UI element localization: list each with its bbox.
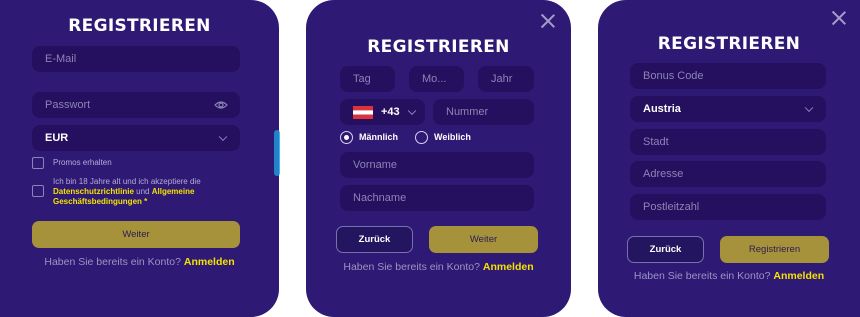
lastname-field[interactable]: Nachname <box>340 185 534 211</box>
login-prompt: Haben Sie bereits ein Konto? Anmelden <box>306 261 571 273</box>
gender-female-radio[interactable] <box>415 131 428 144</box>
back-button[interactable]: Zurück <box>627 236 704 263</box>
city-placeholder: Stadt <box>643 136 669 148</box>
registration-panel-step1: REGISTRIEREN E-Mail Passwort EUR Promos … <box>0 0 279 317</box>
next-button[interactable]: Weiter <box>429 226 538 253</box>
email-field[interactable]: E-Mail <box>32 46 240 72</box>
privacy-policy-link[interactable]: Datenschutzrichtlinie <box>53 187 134 196</box>
phone-placeholder: Nummer <box>446 106 489 118</box>
phone-number-field[interactable]: Nummer <box>433 99 534 125</box>
day-placeholder: Tag <box>353 73 371 85</box>
currency-value: EUR <box>45 132 69 144</box>
birth-month-field[interactable]: Mo... <box>409 66 464 92</box>
lastname-placeholder: Nachname <box>353 192 407 204</box>
password-placeholder: Passwort <box>45 99 91 111</box>
login-link[interactable]: Anmelden <box>483 261 534 273</box>
have-account-text: Haben Sie bereits ein Konto? <box>633 270 771 282</box>
currency-select[interactable]: EUR <box>32 125 240 151</box>
register-button[interactable]: Registrieren <box>720 236 829 263</box>
login-prompt: Haben Sie bereits ein Konto? Anmelden <box>0 256 279 268</box>
show-password-icon[interactable] <box>214 100 228 110</box>
zip-placeholder: Postleitzahl <box>643 201 700 213</box>
promo-checkbox[interactable] <box>32 157 44 169</box>
general-terms-link-2[interactable]: Geschäftsbedingungen <box>53 197 142 206</box>
login-link[interactable]: Anmelden <box>773 270 824 282</box>
bonus-placeholder: Bonus Code <box>643 70 704 82</box>
back-button[interactable]: Zurück <box>336 226 413 253</box>
general-terms-link[interactable]: Allgemeine <box>152 187 195 196</box>
phone-code-select[interactable]: +43 <box>340 99 425 125</box>
required-asterisk: * <box>144 197 148 206</box>
phone-code-value: +43 <box>381 106 400 118</box>
zip-field[interactable]: Postleitzahl <box>630 194 826 220</box>
panel-title: REGISTRIEREN <box>657 34 801 54</box>
next-button[interactable]: Weiter <box>32 221 240 248</box>
address-field[interactable]: Adresse <box>630 161 826 187</box>
chevron-down-icon <box>804 103 814 113</box>
gender-female-label: Weiblich <box>434 132 471 142</box>
year-placeholder: Jahr <box>491 73 513 85</box>
email-placeholder: E-Mail <box>45 53 77 65</box>
country-value: Austria <box>643 103 681 115</box>
panel-title: REGISTRIEREN <box>68 16 211 36</box>
firstname-field[interactable]: Vorname <box>340 152 534 178</box>
city-field[interactable]: Stadt <box>630 129 826 155</box>
gender-male-radio[interactable] <box>340 131 353 144</box>
bonus-code-field[interactable]: Bonus Code <box>630 63 826 89</box>
terms-checkbox[interactable] <box>32 185 44 197</box>
terms-prefix: Ich bin 18 Jahre alt und ich akzeptiere … <box>53 177 201 186</box>
austria-flag-icon <box>353 105 373 119</box>
gender-male-label: Männlich <box>359 132 399 142</box>
have-account-text: Haben Sie bereits ein Konto? <box>343 261 480 273</box>
registration-panel-step3: REGISTRIEREN Bonus Code Austria Stadt Ad… <box>598 0 860 317</box>
promo-label: Promos erhalten <box>53 158 112 167</box>
chevron-down-icon <box>218 132 228 142</box>
birth-day-field[interactable]: Tag <box>340 66 395 92</box>
country-select[interactable]: Austria <box>630 96 826 122</box>
firstname-placeholder: Vorname <box>353 159 398 171</box>
have-account-text: Haben Sie bereits ein Konto? <box>44 256 181 268</box>
close-icon[interactable] <box>540 13 556 29</box>
panel-title: REGISTRIEREN <box>367 37 510 57</box>
month-placeholder: Mo... <box>422 73 447 85</box>
login-prompt: Haben Sie bereits ein Konto? Anmelden <box>598 270 860 282</box>
birth-year-field[interactable]: Jahr <box>478 66 534 92</box>
close-icon[interactable] <box>831 10 847 26</box>
registration-panel-step2: REGISTRIEREN Tag Mo... Jahr +43 Nummer M… <box>306 0 571 317</box>
terms-and: und <box>136 187 150 196</box>
chevron-down-icon <box>407 106 417 116</box>
login-link[interactable]: Anmelden <box>184 256 235 268</box>
terms-label: Ich bin 18 Jahre alt und ich akzeptiere … <box>53 177 243 207</box>
address-placeholder: Adresse <box>643 168 684 180</box>
password-field[interactable]: Passwort <box>32 92 240 118</box>
scroll-indicator <box>274 130 280 176</box>
